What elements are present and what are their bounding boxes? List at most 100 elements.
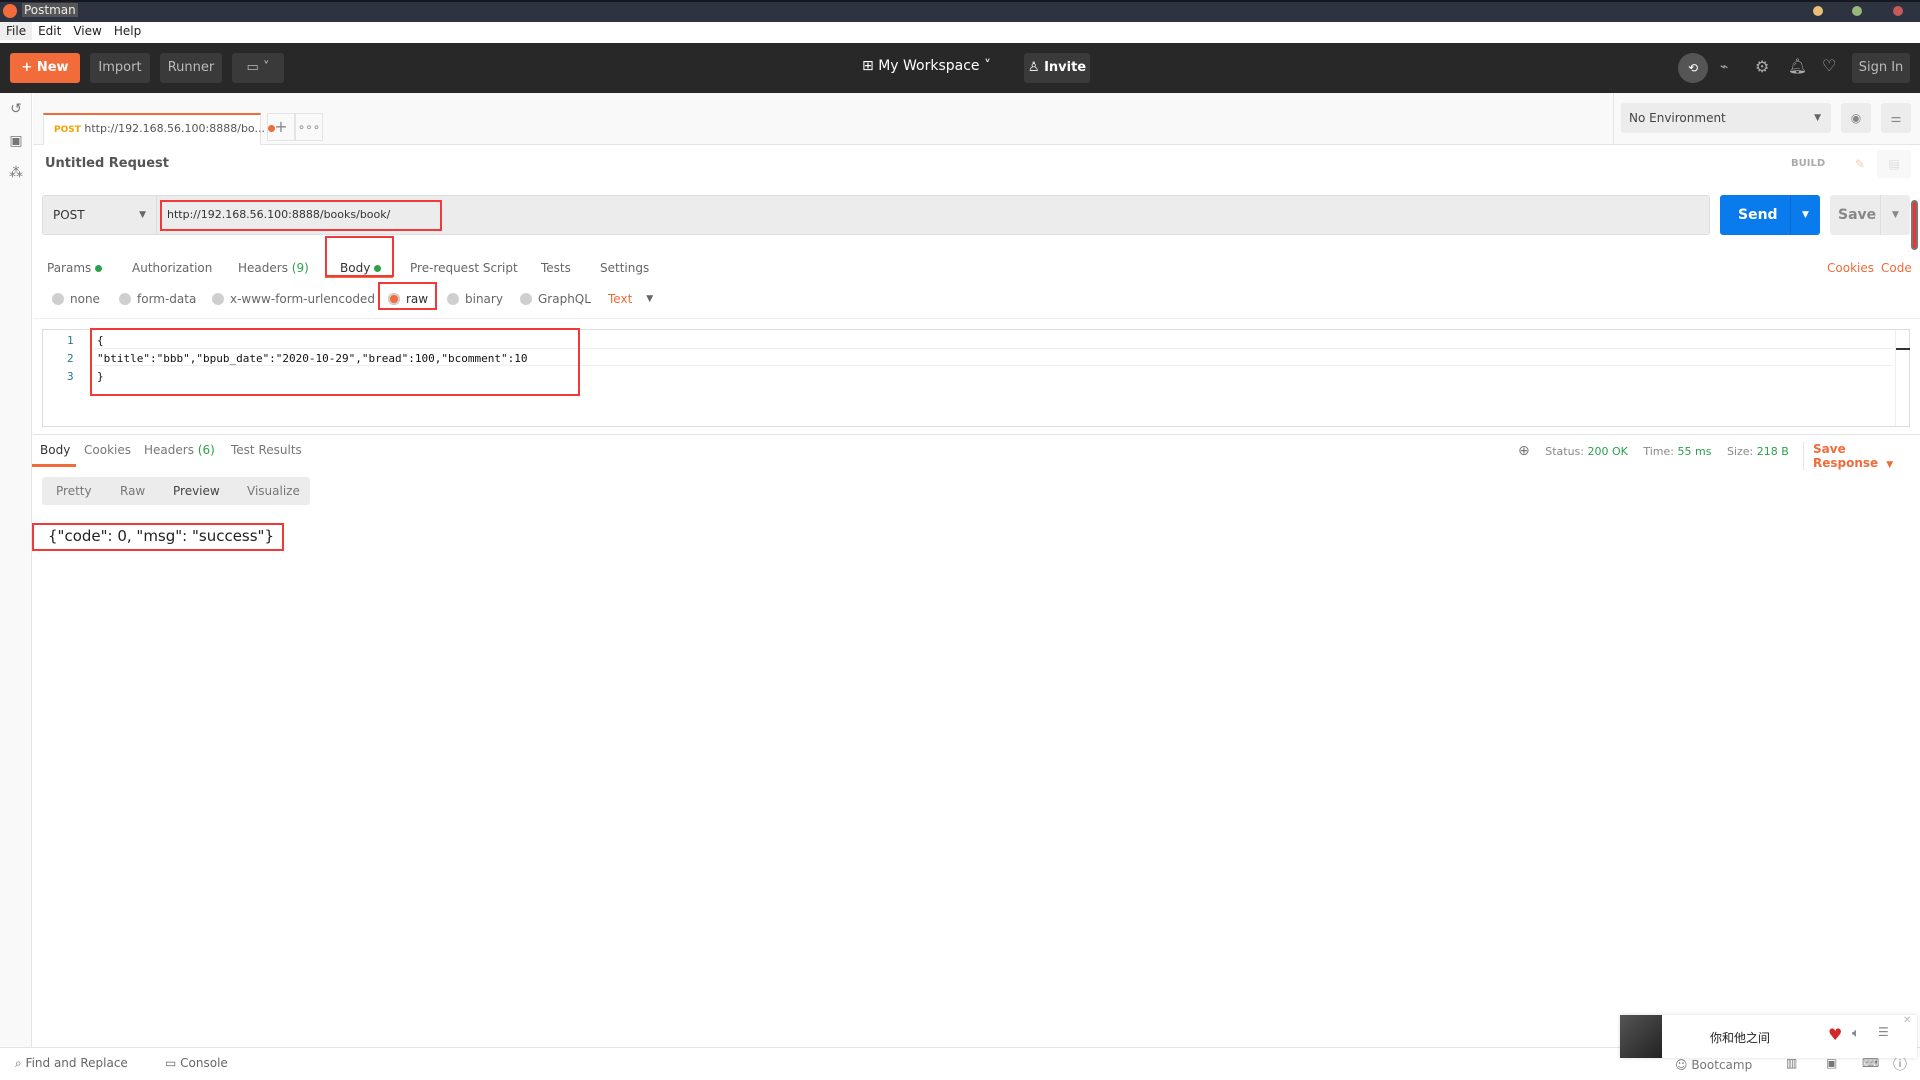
header-toolbar: + New Import Runner ▭ ˅ ⊞ My Workspace ˅… [0, 43, 1920, 93]
import-button[interactable]: Import [90, 53, 150, 83]
minimize-button[interactable] [1813, 6, 1823, 16]
response-tab-body[interactable]: Body [40, 443, 70, 457]
new-window-button[interactable]: ▭ ˅ [232, 53, 284, 83]
sync-icon[interactable]: ⟲ [1678, 53, 1708, 83]
status-label: Status: [1545, 445, 1584, 458]
heart-icon[interactable]: ♥ [1828, 1025, 1842, 1044]
code-link[interactable]: Code [1881, 261, 1912, 275]
view-pretty[interactable]: Pretty [56, 477, 92, 505]
close-icon[interactable]: ✕ [1903, 1015, 1911, 1026]
environment-select[interactable]: No Environment ▼ [1621, 103, 1831, 133]
request-tab[interactable]: POST http://192.168.56.100:8888/bo... [43, 113, 276, 145]
edit-pencil-icon[interactable]: ✎ [1843, 150, 1877, 178]
globe-icon[interactable]: ⊕ [1518, 443, 1530, 459]
new-button[interactable]: + New [10, 53, 80, 83]
volume-icon[interactable]: 🔈︎ [1852, 1026, 1860, 1041]
menu-view[interactable]: View [67, 22, 107, 40]
view-raw[interactable]: Raw [120, 477, 145, 505]
comment-icon[interactable]: ▤ [1877, 150, 1911, 178]
menu-edit[interactable]: Edit [32, 22, 67, 40]
method-select[interactable]: POST ▼ [42, 195, 157, 235]
sign-in-button[interactable]: Sign In [1852, 53, 1910, 83]
cookies-link[interactable]: Cookies [1827, 261, 1874, 275]
collections-icon[interactable]: ▣ [8, 133, 24, 149]
postman-logo-icon [3, 4, 17, 18]
view-visualize[interactable]: Visualize [247, 477, 300, 505]
satellite-icon[interactable]: ⌁ [1720, 59, 1728, 75]
console-button[interactable]: ▭ Console [165, 1056, 228, 1070]
time-label: Time: [1643, 445, 1675, 458]
heart-icon[interactable]: ♡ [1822, 56, 1836, 75]
request-name[interactable]: Untitled Request [45, 156, 169, 171]
response-meta: ⊕ Status: 200 OK Time: 55 ms Size: 218 B [1518, 443, 1789, 459]
tab-tests[interactable]: Tests [541, 261, 571, 275]
console-icon: ▭ [165, 1056, 181, 1070]
save-dropdown-icon[interactable]: ▼ [1880, 195, 1910, 235]
bootcamp-button[interactable]: ☺ Bootcamp [1675, 1058, 1752, 1072]
window-title: Postman [22, 3, 78, 17]
music-player-popup: 你和他之间 ♥ 🔈︎ ☰ ✕ [1620, 1015, 1917, 1058]
divider [33, 434, 1920, 435]
menu-file[interactable]: File [0, 22, 33, 40]
layout-icon[interactable]: ▣ [1826, 1056, 1837, 1070]
tab-settings[interactable]: Settings [600, 261, 649, 275]
response-tab-test-results[interactable]: Test Results [231, 443, 302, 457]
tab-pre-request-script[interactable]: Pre-request Script [410, 261, 518, 275]
response-tab-headers[interactable]: Headers (6) [144, 443, 215, 457]
send-button[interactable]: Send ▼ [1720, 195, 1820, 235]
two-pane-icon[interactable]: ▥ [1786, 1056, 1797, 1070]
headers-count: (9) [291, 261, 309, 275]
menu-help[interactable]: Help [108, 22, 147, 40]
divider [33, 318, 1920, 319]
sidebar: ↺ ▣ ⁂ [0, 93, 32, 1048]
add-tab-button[interactable]: + [267, 113, 295, 141]
find-replace-button[interactable]: ⌕ Find and Replace [15, 1056, 128, 1071]
invite-button[interactable]: ♙ Invite [1024, 53, 1090, 83]
bell-icon[interactable]: 🔔︎ [1788, 57, 1807, 75]
save-button[interactable]: Save ▼ [1830, 195, 1910, 235]
settings-sliders-icon[interactable]: ⚌ [1881, 103, 1911, 133]
save-label: Save [1838, 207, 1877, 223]
tab-headers[interactable]: Headers (9) [238, 261, 309, 275]
radio-graphql[interactable]: GraphQL [520, 292, 591, 306]
radio-none[interactable]: none [52, 292, 100, 306]
radio-x-www-form-urlencoded[interactable]: x-www-form-urlencoded [212, 292, 375, 306]
time-value: 55 ms [1677, 445, 1712, 458]
radio-form-data[interactable]: form-data [119, 292, 196, 306]
radio-circle [520, 293, 532, 305]
radio-binary[interactable]: binary [447, 292, 503, 306]
keyboard-icon[interactable]: ⌨ [1862, 1056, 1879, 1070]
divider [1613, 93, 1614, 145]
body-format-label: Text [608, 292, 633, 306]
tab-label: Headers [144, 443, 194, 457]
more-tabs-button[interactable]: ∘∘∘ [295, 113, 323, 141]
close-button[interactable] [1893, 6, 1903, 16]
plus-icon: + [21, 60, 37, 75]
line-number: 3 [67, 370, 74, 383]
request-tab-bar: POST http://192.168.56.100:8888/bo... + … [33, 93, 1920, 145]
tab-authorization[interactable]: Authorization [132, 261, 212, 275]
workspace-switcher[interactable]: ⊞ My Workspace ˅ [862, 58, 991, 74]
playlist-icon[interactable]: ☰ [1878, 1025, 1889, 1039]
active-dot-icon [95, 265, 103, 272]
apis-icon[interactable]: ⁂ [8, 165, 24, 181]
body-format-select[interactable]: Text ▼ [608, 292, 653, 306]
tab-title: http://192.168.56.100:8888/bo... [84, 122, 265, 135]
runner-button[interactable]: Runner [160, 53, 222, 83]
editor-scrollbar[interactable] [1895, 330, 1910, 426]
maximize-button[interactable] [1852, 6, 1862, 16]
find-replace-label: Find and Replace [25, 1056, 128, 1070]
status-value: 200 OK [1587, 445, 1628, 458]
scrollbar[interactable] [1911, 200, 1918, 250]
eye-icon[interactable]: ◉ [1841, 103, 1871, 133]
annotation-raw [378, 282, 437, 310]
save-response-button[interactable]: Save Response ▼ [1803, 442, 1920, 470]
send-dropdown-icon[interactable]: ▼ [1790, 195, 1820, 235]
view-preview[interactable]: Preview [173, 477, 220, 505]
bootcamp-label: Bootcamp [1691, 1058, 1753, 1072]
bootcamp-icon: ☺ [1675, 1058, 1692, 1072]
history-icon[interactable]: ↺ [8, 101, 24, 117]
response-tab-cookies[interactable]: Cookies [84, 443, 131, 457]
tab-params[interactable]: Params [47, 261, 103, 275]
gear-icon[interactable]: ⚙ [1755, 57, 1769, 76]
